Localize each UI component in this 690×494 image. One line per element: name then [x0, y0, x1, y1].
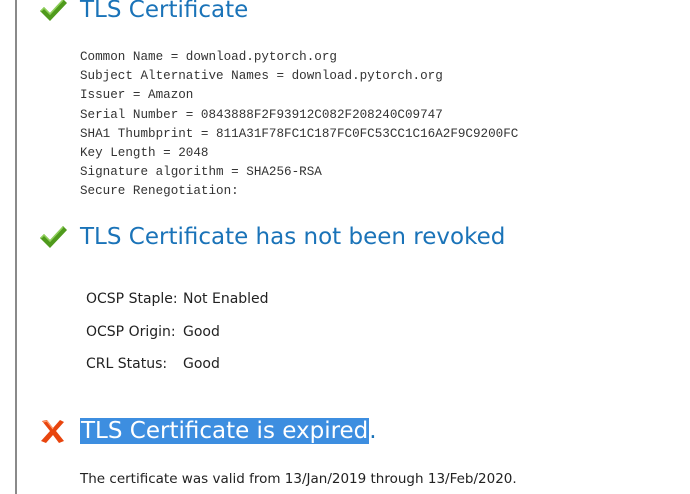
x-mark-icon — [41, 420, 64, 443]
detail-common-name: Common Name = download.pytorch.org — [80, 50, 337, 64]
validity-period-text: The certificate was valid from 13/Jan/20… — [80, 471, 517, 487]
certificate-section-header: TLS Certificate — [38, 0, 248, 24]
detail-subject-alt-names: Subject Alternative Names = download.pyt… — [80, 69, 443, 84]
ocsp-origin-label: OCSP Origin: — [86, 323, 176, 340]
expiry-section-header: TLS Certificate is expired. — [38, 417, 377, 445]
revocation-row-ocsp-origin: OCSP Origin: Good — [86, 316, 269, 349]
revocation-status-table: OCSP Staple: Not Enabled OCSP Origin: Go… — [86, 283, 269, 381]
check-mark-icon — [40, 0, 67, 21]
detail-key-length: Key Length = 2048 — [80, 146, 209, 161]
revocation-section-header: TLS Certificate has not been revoked — [38, 223, 505, 251]
detail-sha1-thumbprint: SHA1 Thumbprint = 811A31F78FC1C187FC0FC5… — [80, 126, 519, 141]
revocation-heading: TLS Certificate has not been revoked — [80, 224, 506, 250]
detail-signature-algorithm: Signature algorithm = SHA256-RSA — [80, 165, 322, 180]
certificate-heading: TLS Certificate — [80, 0, 249, 23]
ocsp-staple-label: OCSP Staple: — [86, 291, 178, 308]
ocsp-origin-value: Good — [183, 323, 220, 340]
detail-issuer: Issuer = Amazon — [80, 88, 194, 103]
check-mark-icon — [40, 226, 67, 248]
left-border-rule — [15, 0, 17, 494]
detail-serial-number: Serial Number = 0843888F2F93912C082F2082… — [80, 107, 443, 122]
revocation-row-ocsp-staple: OCSP Staple: Not Enabled — [86, 283, 269, 316]
page: TLS Certificate Common Name = download.p… — [0, 0, 690, 494]
revocation-row-crl-status: CRL Status: Good — [86, 348, 269, 381]
detail-secure-renegotiation: Secure Renegotiation: — [80, 184, 239, 199]
ocsp-staple-value: Not Enabled — [183, 291, 269, 308]
crl-status-value: Good — [183, 356, 220, 373]
certificate-details: Common Name = download.pytorch.org Subje… — [80, 48, 518, 202]
expiry-heading-period: . — [369, 418, 377, 444]
crl-status-label: CRL Status: — [86, 356, 168, 373]
expiry-heading-selected[interactable]: TLS Certificate is expired — [80, 418, 370, 444]
